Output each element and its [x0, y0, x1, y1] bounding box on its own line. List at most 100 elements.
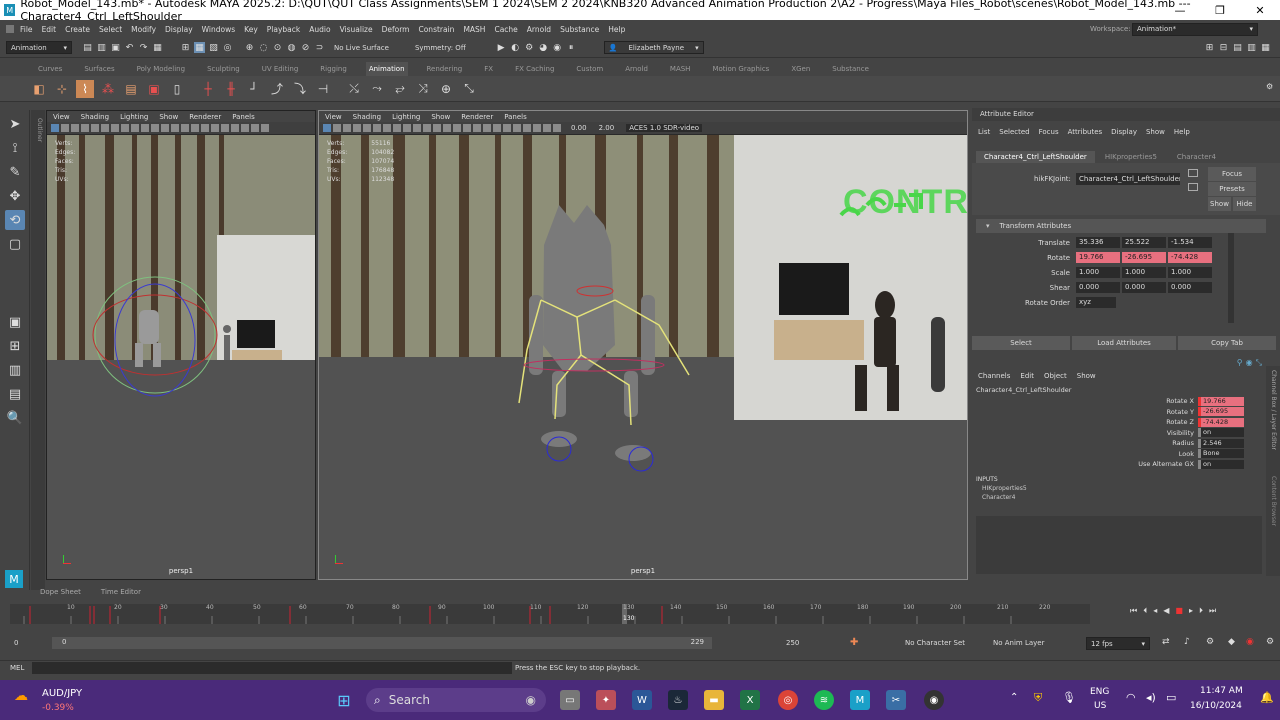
select-by-hierarchy-icon[interactable]: ▦	[152, 42, 163, 53]
menu-deform[interactable]: Deform	[382, 25, 410, 34]
channel-icon-3[interactable]: ⤡	[1256, 358, 1262, 368]
safe-title-icon[interactable]	[423, 124, 431, 132]
move-tool-icon[interactable]: ✥	[5, 186, 25, 206]
textured-icon[interactable]	[181, 124, 189, 132]
vp-menu-show[interactable]: Show	[431, 113, 450, 121]
go-to-end-icon[interactable]: ⏭	[1209, 606, 1216, 616]
timeline-track[interactable]: 10 20 30 40 50 60 70 80 90 100 110 120 1…	[10, 604, 1090, 624]
account-dropdown[interactable]: 👤 Elizabeth Payne ▾	[603, 41, 704, 54]
notifications-icon[interactable]: 🔔	[1260, 691, 1274, 704]
scale-y-field[interactable]: 1.000	[1122, 267, 1166, 278]
menu-windows[interactable]: Windows	[202, 25, 235, 34]
shelf-tab-mash[interactable]: MASH	[667, 62, 694, 76]
menu-modify[interactable]: Modify	[131, 25, 156, 34]
shelf-tab-xgen[interactable]: XGen	[788, 62, 813, 76]
shelf-tab-motion-graphics[interactable]: Motion Graphics	[709, 62, 772, 76]
magnet-icon[interactable]: ⊃	[314, 42, 325, 53]
cb-menu-show[interactable]: Show	[1077, 372, 1096, 380]
channel-value[interactable]: on	[1198, 428, 1244, 438]
breakdown-key-icon[interactable]: ⊹	[53, 80, 71, 98]
menu-playback[interactable]: Playback	[267, 25, 300, 34]
joint-tool-icon[interactable]: ╫	[222, 80, 240, 98]
step-back-frame-icon[interactable]: ◂	[1153, 606, 1157, 616]
four-view-icon[interactable]: ⊞	[5, 336, 25, 356]
menu-audio[interactable]: Audio	[309, 25, 330, 34]
left-viewport[interactable]: View Shading Lighting Show Renderer Pane…	[46, 110, 316, 580]
lock-camera-icon[interactable]	[333, 124, 341, 132]
lights-icon[interactable]	[191, 124, 199, 132]
trax-icon[interactable]: ▯	[168, 80, 186, 98]
shelf-tab-uv-editing[interactable]: UV Editing	[259, 62, 302, 76]
shelf-tab-animation[interactable]: Animation	[365, 62, 408, 76]
snipping-tool-icon[interactable]: ✂	[886, 690, 906, 710]
lattice-icon[interactable]: ⤳	[368, 80, 386, 98]
channel-value[interactable]: 19.766	[1198, 396, 1244, 406]
colorspace-dropdown[interactable]: ACES 1.0 SDR-video	[626, 124, 703, 132]
isolate-icon[interactable]	[231, 124, 239, 132]
command-input[interactable]	[32, 662, 512, 674]
lasso-icon[interactable]: ◎	[222, 42, 233, 53]
word-icon[interactable]: W	[632, 690, 652, 710]
gate-mask-icon[interactable]	[393, 124, 401, 132]
xray-icon[interactable]	[513, 124, 521, 132]
menu-substance[interactable]: Substance	[560, 25, 599, 34]
key-selected-icon[interactable]: ▣	[145, 80, 163, 98]
ae-tab-character[interactable]: Character4	[1167, 151, 1226, 163]
microphone-icon[interactable]: 🎙	[1062, 691, 1076, 704]
end-time-field[interactable]: 250	[786, 639, 799, 647]
vp-menu-lighting[interactable]: Lighting	[120, 113, 148, 121]
shelf-tab-rendering[interactable]: Rendering	[424, 62, 466, 76]
xray-active-icon[interactable]	[261, 124, 269, 132]
vp-menu-panels[interactable]: Panels	[504, 113, 527, 121]
render-view-icon[interactable]: ◉	[552, 42, 563, 53]
go-to-output-icon[interactable]	[1188, 183, 1198, 191]
ae-menu-display[interactable]: Display	[1111, 128, 1137, 136]
channel-row-look[interactable]: Look Bone	[972, 449, 1262, 460]
grid-icon[interactable]	[91, 124, 99, 132]
ae-menu-show[interactable]: Show	[1146, 128, 1165, 136]
channel-value[interactable]: Bone	[1198, 449, 1244, 459]
xray-icon[interactable]	[241, 124, 249, 132]
select-tool-icon[interactable]: ➤	[5, 114, 25, 134]
vp-menu-panels[interactable]: Panels	[232, 113, 255, 121]
excel-icon[interactable]: X	[740, 690, 760, 710]
render-icon[interactable]: ▶	[496, 42, 507, 53]
smooth-shade-icon[interactable]	[443, 124, 451, 132]
stop-icon[interactable]: ■	[1175, 606, 1183, 616]
input-character[interactable]: Character4	[972, 494, 1262, 501]
ik-handle-icon[interactable]: ┼	[199, 80, 217, 98]
content-browser-side-tab[interactable]: Content Browser	[1270, 476, 1277, 526]
shadows-icon[interactable]	[201, 124, 209, 132]
fps-dropdown[interactable]: 12 fps ▾	[1086, 637, 1150, 650]
undo-icon[interactable]: ↶	[124, 42, 135, 53]
ae-tab-hikproperties[interactable]: HIKproperties5	[1095, 151, 1167, 163]
tab-time-editor[interactable]: Time Editor	[101, 588, 141, 596]
shelf-options-icon[interactable]: ⚙	[1266, 82, 1274, 96]
ae-tab-node[interactable]: Character4_Ctrl_LeftShoulder	[976, 151, 1095, 163]
symmetry-label[interactable]: Symmetry: Off	[415, 44, 466, 52]
gamma-value[interactable]: 2.00	[599, 124, 615, 132]
rotate-x-field[interactable]: 19.766	[1076, 252, 1120, 263]
gamma-icon[interactable]	[543, 124, 551, 132]
menu-set-dropdown[interactable]: Animation ▾	[6, 41, 72, 54]
constraint-icon[interactable]: ⤵	[291, 80, 309, 98]
shelf-tab-surfaces[interactable]: Surfaces	[81, 62, 117, 76]
textured-icon[interactable]	[453, 124, 461, 132]
ik-spline-icon[interactable]: ┘	[245, 80, 263, 98]
dope-sheet-icon[interactable]: ▤	[122, 80, 140, 98]
channel-row-rotate-x[interactable]: Rotate X 19.766	[972, 396, 1262, 407]
key-stats-icon[interactable]: ◆	[1228, 637, 1235, 647]
paint-select-icon[interactable]: ✎	[5, 162, 25, 182]
film-gate-icon[interactable]	[373, 124, 381, 132]
ao-icon[interactable]	[211, 124, 219, 132]
show-button[interactable]: Show	[1208, 197, 1231, 211]
volume-icon[interactable]: ◂)	[1146, 691, 1156, 704]
ae-scrollbar[interactable]	[1228, 233, 1234, 323]
ticker-symbol[interactable]: AUD/JPY	[42, 688, 82, 699]
sound-icon[interactable]: ♪	[1184, 637, 1190, 647]
safe-title-icon[interactable]	[151, 124, 159, 132]
language-secondary[interactable]: US	[1094, 701, 1106, 711]
language-primary[interactable]: ENG	[1090, 687, 1109, 697]
safe-action-icon[interactable]	[141, 124, 149, 132]
live-surface-label[interactable]: No Live Surface	[334, 44, 389, 52]
